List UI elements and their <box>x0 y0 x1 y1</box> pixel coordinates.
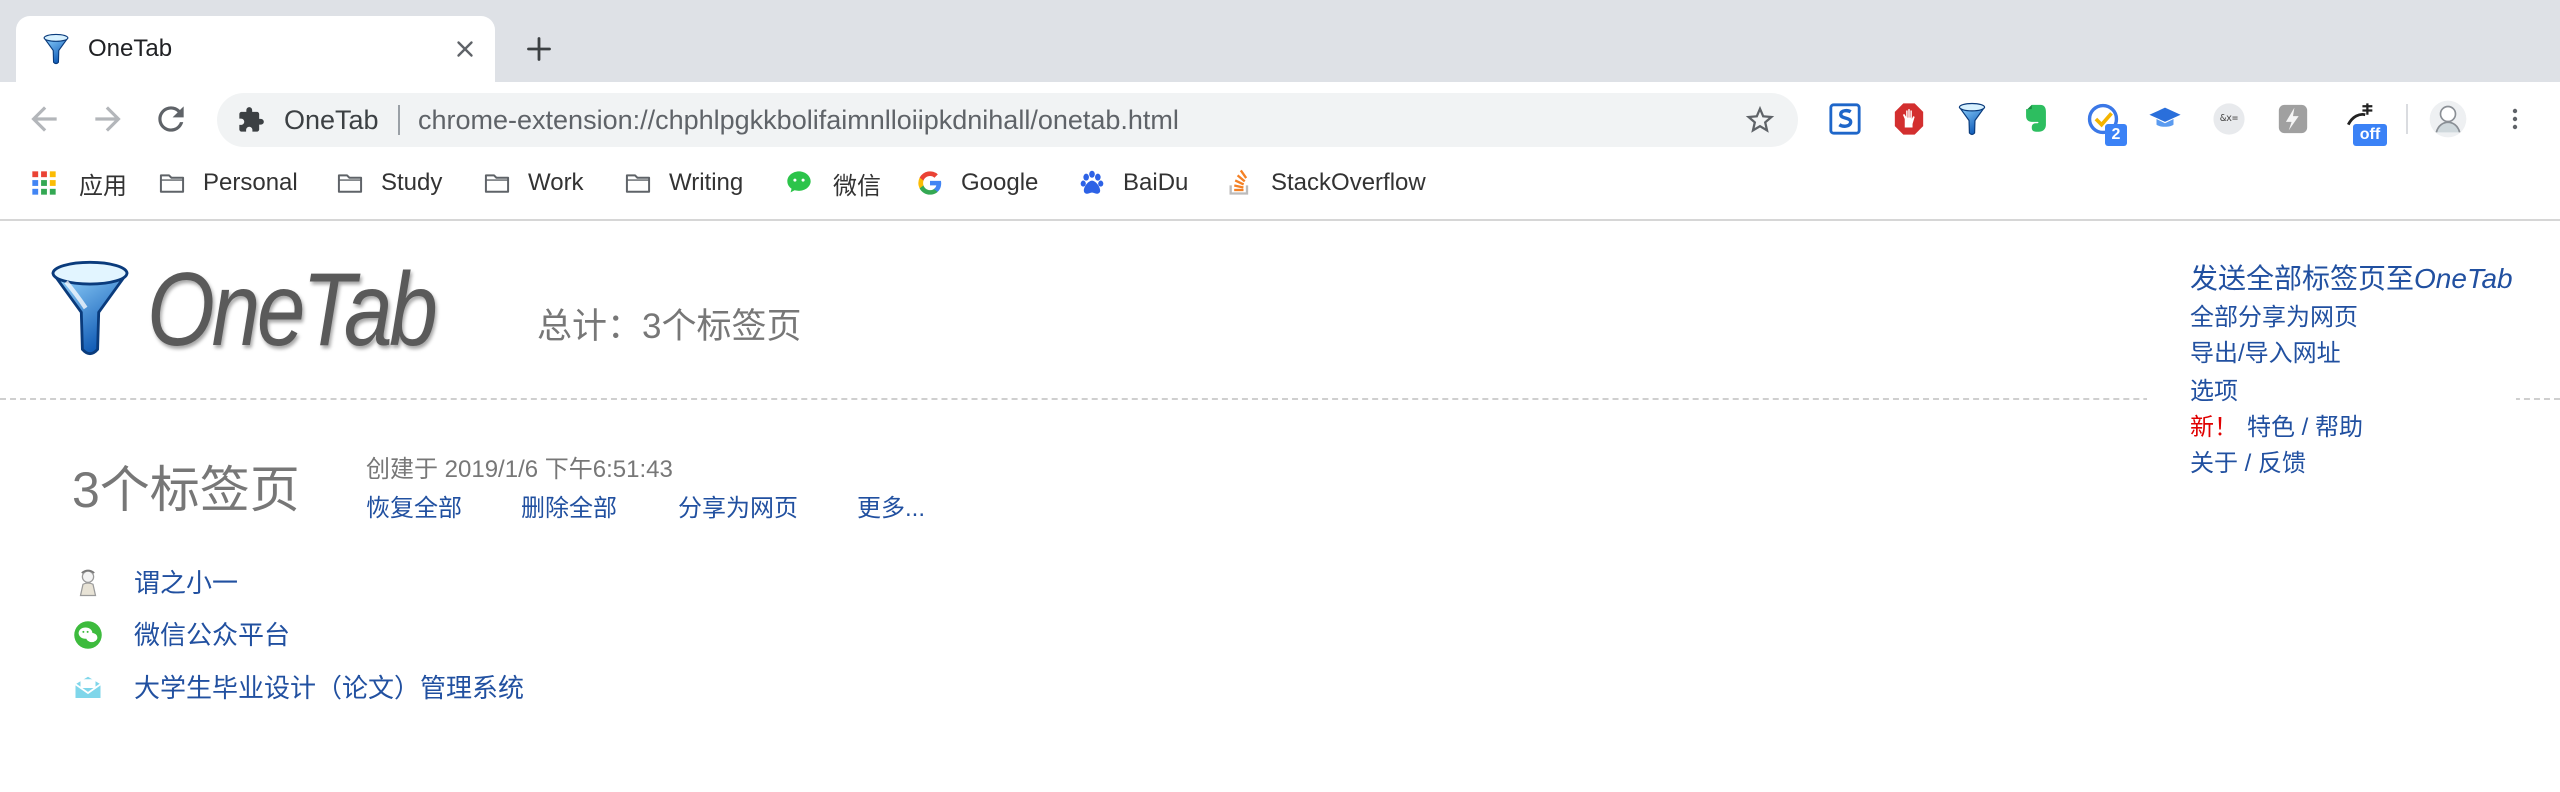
url-encode-extension-button[interactable]: &x= <box>2212 102 2246 136</box>
bookmark-label: Personal <box>203 169 298 196</box>
adblock-extension-button[interactable] <box>1892 102 1926 136</box>
evernote-extension-button[interactable] <box>2019 102 2053 136</box>
share-as-web-link[interactable]: 分享为网页 <box>678 494 798 524</box>
avatar-icon[interactable] <box>2428 99 2468 139</box>
extension-badge: off <box>2353 124 2387 146</box>
bookmark-wechat[interactable]: 微信 <box>785 165 881 201</box>
logo-text: OneTab <box>147 252 438 368</box>
group-tab-count: 3个标签页 <box>72 462 300 518</box>
bookmark-folder-work[interactable]: Work <box>483 165 584 201</box>
options-link[interactable]: 选项 <box>2190 375 2238 409</box>
folder-icon <box>159 174 185 193</box>
saved-tab-link[interactable]: 微信公众平台 <box>134 619 290 651</box>
side-menu: 发送全部标签页至OneTab 全部分享为网页 导出/导入网址 选项 新！ 特色 /… <box>2147 252 2516 492</box>
send-all-tabs-link[interactable]: 发送全部标签页至OneTab <box>2190 261 2513 297</box>
folder-icon <box>337 174 363 193</box>
saved-tab-link[interactable]: 大学生毕业设计（论文）管理系统 <box>134 672 524 704</box>
onetab-extension-button[interactable] <box>1956 102 1990 136</box>
omnibox-separator <box>398 105 400 135</box>
cartoon-avatar-icon <box>73 568 103 598</box>
folder-icon <box>625 174 651 193</box>
wechat-icon <box>787 171 811 193</box>
puzzle-piece-icon <box>237 106 265 134</box>
bookmark-folder-writing[interactable]: Writing <box>624 165 743 201</box>
graduation-cap-icon <box>2149 107 2181 127</box>
tab-strip: OneTab <box>0 0 2560 82</box>
course-extension-button[interactable] <box>2148 102 2182 136</box>
onetab-funnel-icon <box>41 33 71 65</box>
close-icon[interactable] <box>452 36 478 62</box>
extension-badge: 2 <box>2105 124 2127 146</box>
stackoverflow-icon <box>1229 169 1249 195</box>
send-all-text: 发送全部标签页至 <box>2190 263 2415 294</box>
bookmark-stackoverflow[interactable]: StackOverflow <box>1226 165 1426 201</box>
bookmark-apps[interactable]: 应用 <box>30 165 127 201</box>
adblock-hand-icon <box>1894 103 1924 135</box>
bookmark-label: Work <box>528 169 584 196</box>
share-all-link[interactable]: 全部分享为网页 <box>2190 301 2358 335</box>
bookmark-baidu[interactable]: BaiDu <box>1078 165 1188 201</box>
graduation-system-icon <box>73 673 103 703</box>
more-link[interactable]: 更多... <box>857 494 925 524</box>
sogou-s-icon <box>1829 103 1861 135</box>
evernote-elephant-icon <box>2026 104 2046 132</box>
wechat-icon <box>73 620 103 650</box>
bookmark-label: Google <box>961 169 1039 196</box>
bookmark-folder-study[interactable]: Study <box>336 165 442 201</box>
omnibox-site-name: OneTab <box>284 105 379 135</box>
total-count: 总计：3个标签页 <box>537 307 802 346</box>
baidu-paw-icon <box>1080 170 1104 194</box>
send-all-brand: OneTab <box>2414 263 2513 294</box>
google-g-icon <box>918 171 942 195</box>
forward-arrow-icon[interactable] <box>89 100 127 138</box>
bookmark-folder-personal[interactable]: Personal <box>158 165 298 201</box>
lightning-extension-button[interactable] <box>2276 102 2310 136</box>
more-vertical-icon[interactable] <box>2503 107 2527 131</box>
onetab-funnel-icon <box>46 258 134 358</box>
new-badge: 新！ <box>2190 414 2238 441</box>
onetab-funnel-icon <box>1958 102 1986 136</box>
tab-title: OneTab <box>88 35 173 62</box>
group-created-date: 创建于 2019/1/6 下午6:51:43 <box>366 456 673 483</box>
bookmark-label: 微信 <box>833 172 881 200</box>
bookmark-label: Study <box>381 169 443 196</box>
delete-all-link[interactable]: 删除全部 <box>521 494 617 524</box>
toolbar-separator <box>2406 104 2408 134</box>
features-help-row: 新！ 特色 / 帮助 <box>2190 411 2363 445</box>
features-help-link[interactable]: 特色 / 帮助 <box>2247 414 2363 441</box>
about-feedback-link[interactable]: 关于 / 反馈 <box>2190 447 2306 481</box>
active-tab[interactable]: OneTab <box>16 16 495 82</box>
bookmark-label: Writing <box>669 169 744 196</box>
star-icon[interactable] <box>1743 103 1777 137</box>
apps-grid-icon <box>32 171 56 195</box>
sogou-extension-button[interactable] <box>1828 102 1862 136</box>
bookmark-label: 应用 <box>79 172 127 200</box>
bookmark-google[interactable]: Google <box>916 165 1038 201</box>
bookmark-label: StackOverflow <box>1271 169 1426 196</box>
bookmark-label: BaiDu <box>1123 169 1189 196</box>
plus-icon[interactable] <box>525 35 553 63</box>
export-import-link[interactable]: 导出/导入网址 <box>2190 337 2341 371</box>
restore-all-link[interactable]: 恢复全部 <box>366 494 462 524</box>
back-arrow-icon[interactable] <box>25 100 63 138</box>
url-text[interactable]: chrome-extension://chphlpgkkbolifaimnllo… <box>418 93 1179 147</box>
saved-tab-link[interactable]: 谓之小一 <box>134 567 238 599</box>
url-encode-label: &x= <box>2219 113 2239 124</box>
folder-icon <box>484 174 510 193</box>
lightning-icon <box>2278 104 2308 134</box>
address-bar[interactable]: OneTab chrome-extension://chphlpgkkbolif… <box>217 93 1798 147</box>
reload-icon[interactable] <box>152 100 190 138</box>
